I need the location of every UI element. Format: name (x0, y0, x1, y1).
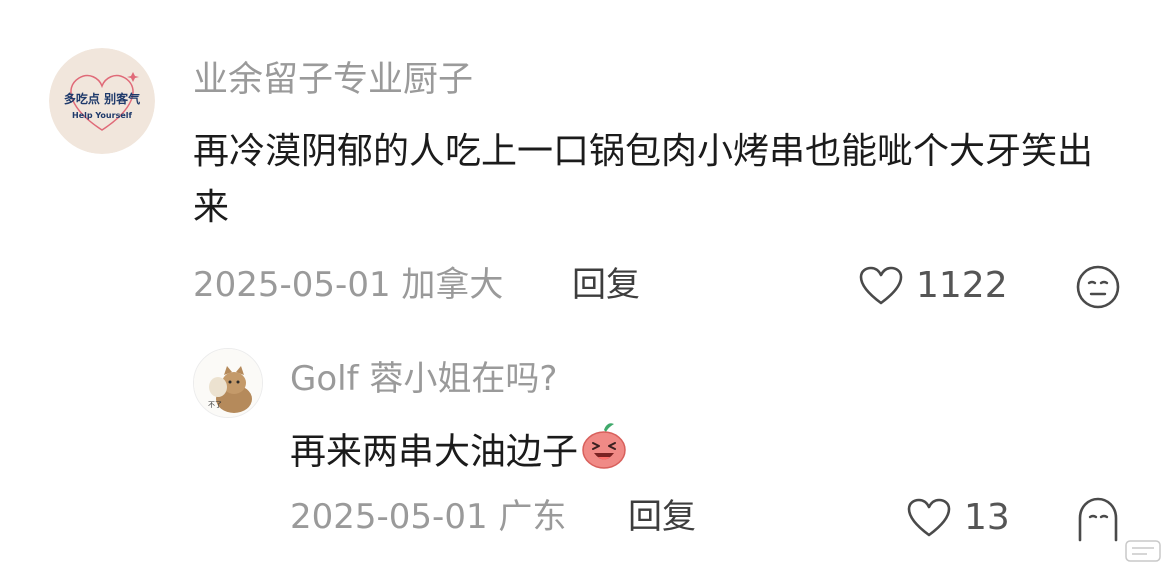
watermark-logo-icon (1125, 540, 1161, 562)
svg-text:Help Yourself: Help Yourself (72, 111, 133, 120)
comment-text-content: 再来两串大油边子 (290, 431, 579, 473)
heart-outline-icon (907, 498, 951, 537)
avatar[interactable]: 不了 (193, 348, 263, 418)
like-button[interactable]: 13 (906, 496, 1010, 540)
comment-text: 再来两串大油边子 (290, 420, 628, 487)
like-button[interactable]: 1122 (858, 264, 1008, 308)
ghost-face-icon[interactable] (1075, 496, 1121, 542)
svg-text:不了: 不了 (208, 401, 222, 409)
like-count: 1122 (916, 265, 1008, 306)
username[interactable]: 业余留子专业厨子 (193, 58, 473, 102)
laughing-peach-emoji (580, 420, 628, 487)
neutral-face-icon[interactable] (1075, 264, 1121, 310)
heart-outline-icon (859, 266, 903, 305)
reply-button[interactable]: 回复 (572, 264, 640, 306)
username[interactable]: Golf 蓉小姐在吗? (290, 357, 557, 401)
comment-text: 再冷漠阴郁的人吃上一口锅包肉小烤串也能呲个大牙笑出来 (193, 131, 1094, 228)
cat-avatar-image: 不了 (194, 349, 262, 417)
svg-text:多吃点 别客气: 多吃点 别客气 (64, 91, 140, 106)
comment-meta: 2025-05-01 加拿大 (193, 265, 504, 305)
comment-meta: 2025-05-01 广东 (290, 497, 567, 537)
reply-button[interactable]: 回复 (628, 496, 696, 538)
like-count: 13 (964, 497, 1010, 538)
avatar-image: 多吃点 别客气 Help Yourself (49, 48, 155, 154)
avatar[interactable]: 多吃点 别客气 Help Yourself (49, 48, 155, 154)
